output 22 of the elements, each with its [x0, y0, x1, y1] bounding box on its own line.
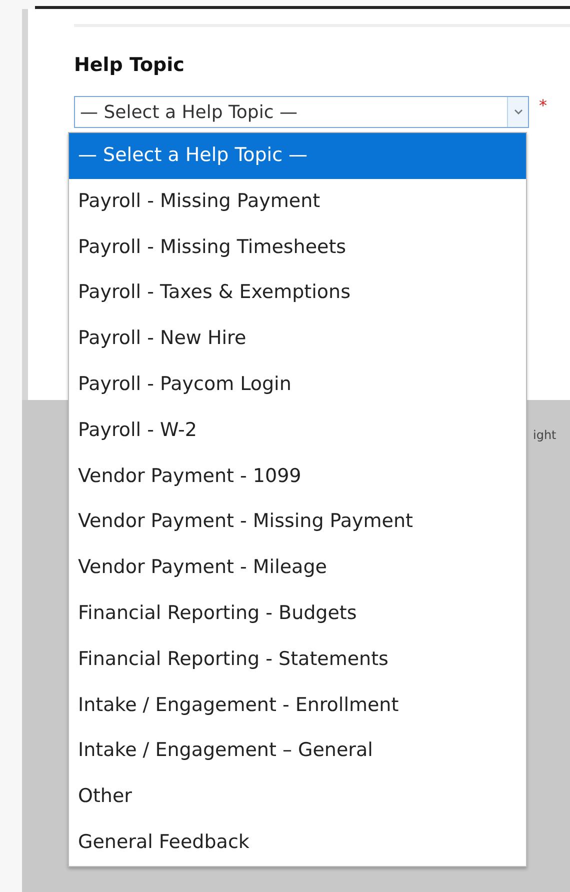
footer-text: ight: [533, 428, 556, 442]
dropdown-option[interactable]: Payroll - Taxes & Exemptions: [69, 270, 526, 316]
dropdown-option[interactable]: Payroll - New Hire: [69, 316, 526, 362]
dropdown-option[interactable]: Vendor Payment - Missing Payment: [69, 499, 526, 546]
dropdown-option[interactable]: Payroll - W-2: [69, 408, 526, 454]
dropdown-option[interactable]: — Select a Help Topic —: [69, 133, 526, 179]
help-topic-select[interactable]: — Select a Help Topic —: [74, 96, 529, 128]
field-label: Help Topic: [74, 54, 186, 76]
dropdown-option[interactable]: Intake / Engagement – General: [69, 728, 526, 774]
dropdown-option[interactable]: Other: [69, 774, 526, 820]
required-mark: *: [539, 96, 547, 115]
dropdown-button[interactable]: [507, 97, 528, 127]
dropdown-option[interactable]: Vendor Payment - Mileage: [69, 545, 526, 591]
chevron-icon: [514, 109, 522, 115]
dropdown-option[interactable]: Payroll - Missing Payment: [69, 178, 526, 225]
dropdown-option[interactable]: Financial Reporting - Budgets: [69, 590, 526, 637]
dropdown-option[interactable]: Payroll - Missing Timesheets: [69, 224, 526, 270]
dropdown-option[interactable]: Payroll - Paycom Login: [69, 362, 526, 408]
dropdown-option[interactable]: Vendor Payment - 1099: [69, 454, 526, 500]
dropdown-option[interactable]: Intake / Engagement - Enrollment: [69, 682, 526, 728]
dropdown-option[interactable]: General Feedback: [69, 820, 526, 866]
dropdown-option[interactable]: Financial Reporting - Statements: [69, 636, 526, 683]
